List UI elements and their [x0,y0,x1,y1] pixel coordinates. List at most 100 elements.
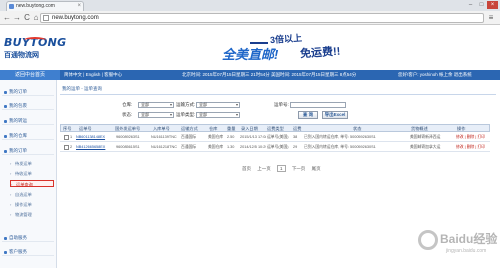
row-actions[interactable]: 修改 | 删除 | 打印 [456,133,490,142]
arrow-icon: › [10,171,12,176]
promo-banner[interactable]: 3倍以上 全美直邮! 免运费!! [200,32,410,66]
prev-page-link[interactable]: 上一页 [257,165,271,172]
col-storage-no: 入库单号 [153,126,170,131]
browser-tab-strip: new.buytong.com × – □ × [0,0,500,11]
method: 百通国际 [181,135,197,139]
sidebar-sub-operate[interactable]: › 操作运单 [10,201,54,208]
fee: 38 [293,135,298,139]
home-center-button[interactable]: 返回中台首页 [0,70,60,80]
waybill-link[interactable]: NB412665658EX [76,143,114,152]
minimize-icon[interactable]: – [465,1,476,9]
col-weight: 重量 [227,126,236,131]
sidebar-item-customer-service[interactable]: 客户服务 [2,248,54,256]
sidebar-item-orders[interactable]: 我的订单 [2,88,54,96]
language-links[interactable]: 简体中文 | English | 客服中心 [64,70,122,80]
breadcrumb: 我的运单 - 运单查询 [62,86,102,91]
fee-type: 运单号(美国) [267,135,289,139]
next-page-link[interactable]: 下一页 [292,165,306,172]
warehouse-select[interactable]: 全部 ▾ [138,102,174,108]
row-index: 1 [70,135,73,139]
sidebar: 我的订单 我的包裹 我的转运 我的仓库 我的订单 › 待发运单 › 待收运单 › 运单… [0,80,57,268]
waybill-link[interactable]: NB601138148EX [76,133,114,142]
forward-icon[interactable]: → [12,13,22,23]
col-waybill: 运单号 [79,126,92,131]
address-bar[interactable]: new.buytong.com [40,13,484,23]
first-page-link[interactable]: 首页 [242,165,251,172]
col-warehouse: 仓库 [209,126,218,131]
col-fee-type: 运费类型 [267,126,284,131]
col-status: 状态 [353,126,362,131]
table-row: 1 NB601138148EX 960089263S1 NU161139TNC … [60,133,490,142]
sidebar-sub-logistics[interactable]: › 物流管理 [10,211,54,218]
favicon-icon [9,4,14,9]
sidebar-sub-waybill-query[interactable]: › 运单查询 [10,180,54,187]
row-actions[interactable]: 修改 | 删除 | 打印 [456,143,490,152]
sidebar-item-label: 我的订单 [9,148,27,153]
sidebar-sub-label: 物流管理 [15,212,32,217]
description: 美国邮寄新泽西运 [410,135,441,139]
bullet-icon [4,150,7,153]
tab-title: new.buytong.com [16,3,55,9]
col-foreign-no: 国外发运单号 [115,126,141,131]
method: 百通国际 [181,145,197,149]
search-button[interactable]: 查 询 [298,111,318,119]
warehouse-select-value: 全部 [141,102,149,107]
site-logo[interactable]: BUYTONG 百通物流网 [4,36,66,66]
browser-menu-icon[interactable]: ≡ [486,13,496,23]
transport-select[interactable]: 全部 ▾ [196,102,240,108]
tab-close-icon[interactable]: × [77,2,81,11]
row-checkbox[interactable] [64,145,69,150]
sidebar-item-label: 我的仓库 [9,133,27,138]
chevron-down-icon: ▾ [235,112,238,117]
sidebar-sub-custom[interactable]: › 自选运单 [10,191,54,198]
arrow-icon: › [10,192,12,197]
bullet-icon [4,91,7,94]
browser-tab[interactable]: new.buytong.com × [6,1,84,11]
row-checkbox[interactable] [64,135,69,140]
baidu-watermark: Baidu经验 jingyan.baidu.com [410,222,498,266]
current-page[interactable]: 1 [277,165,286,172]
export-excel-button[interactable]: 导出Excel [322,111,348,119]
logo-swoosh-icon [24,37,46,43]
weight: 1.30 [227,145,235,149]
banner-line2: 全美直邮! [222,47,279,62]
sidebar-sub-pending-receive[interactable]: › 待收运单 [10,170,54,177]
transport-select-value: 全部 [199,102,207,107]
sidebar-item-warehouse[interactable]: 我的仓库 [2,132,54,140]
time-display: 北京时间: 2015年07月15日星期三 21时54分 美国时间: 2015年0… [182,72,357,77]
window-close-icon[interactable]: × [487,1,498,9]
user-greeting[interactable]: 您好!客户: yoshinoh 帐上余 退出系统 [398,70,472,80]
sidebar-item-forwarding[interactable]: 我的转运 [2,117,54,125]
last-page-link[interactable]: 尾页 [312,165,321,172]
status-select[interactable]: 全部 ▾ [138,112,174,118]
sidebar-item-label: 客户服务 [9,249,27,254]
col-desc: 货物概述 [411,126,428,131]
sidebar-sub-label: 自选运单 [15,192,32,197]
address-url: new.buytong.com [52,15,99,21]
maximize-icon[interactable]: □ [476,1,487,9]
chevron-down-icon: ▾ [235,102,238,107]
storage-no: NU161139TNC [151,135,177,139]
sidebar-item-waybills[interactable]: 我的订单 [2,147,54,155]
sidebar-sub-label: 运单查询 [16,182,33,187]
arrow-icon: › [11,182,13,187]
waybill-type-select[interactable]: 全部 ▾ [196,112,240,118]
col-actions: 操作 [457,126,466,131]
waybill-input[interactable] [290,102,346,108]
waybill-type-select-value: 全部 [199,112,207,117]
sidebar-item-self-service[interactable]: 自助服务 [2,234,54,242]
arrow-icon: › [10,161,12,166]
chevron-down-icon: ▾ [169,102,172,107]
col-fee: 运费 [293,126,302,131]
sidebar-item-packages[interactable]: 我的包裹 [2,102,54,110]
window-controls: – □ × [465,1,498,10]
row-index: 2 [70,145,73,149]
info-bar: 返回中台首页 简体中文 | English | 客服中心 北京时间: 2015年… [0,70,500,80]
sidebar-item-label: 我的订单 [9,89,27,94]
arrow-icon: › [10,202,12,207]
back-icon[interactable]: ← [2,13,12,23]
sidebar-sub-pending-send[interactable]: › 待发运单 [10,160,54,167]
site-header: BUYTONG 百通物流网 3倍以上 全美直邮! 免运费!! [0,26,500,70]
weight: 2.50 [227,135,235,139]
col-method: 运输方式 [181,126,198,131]
